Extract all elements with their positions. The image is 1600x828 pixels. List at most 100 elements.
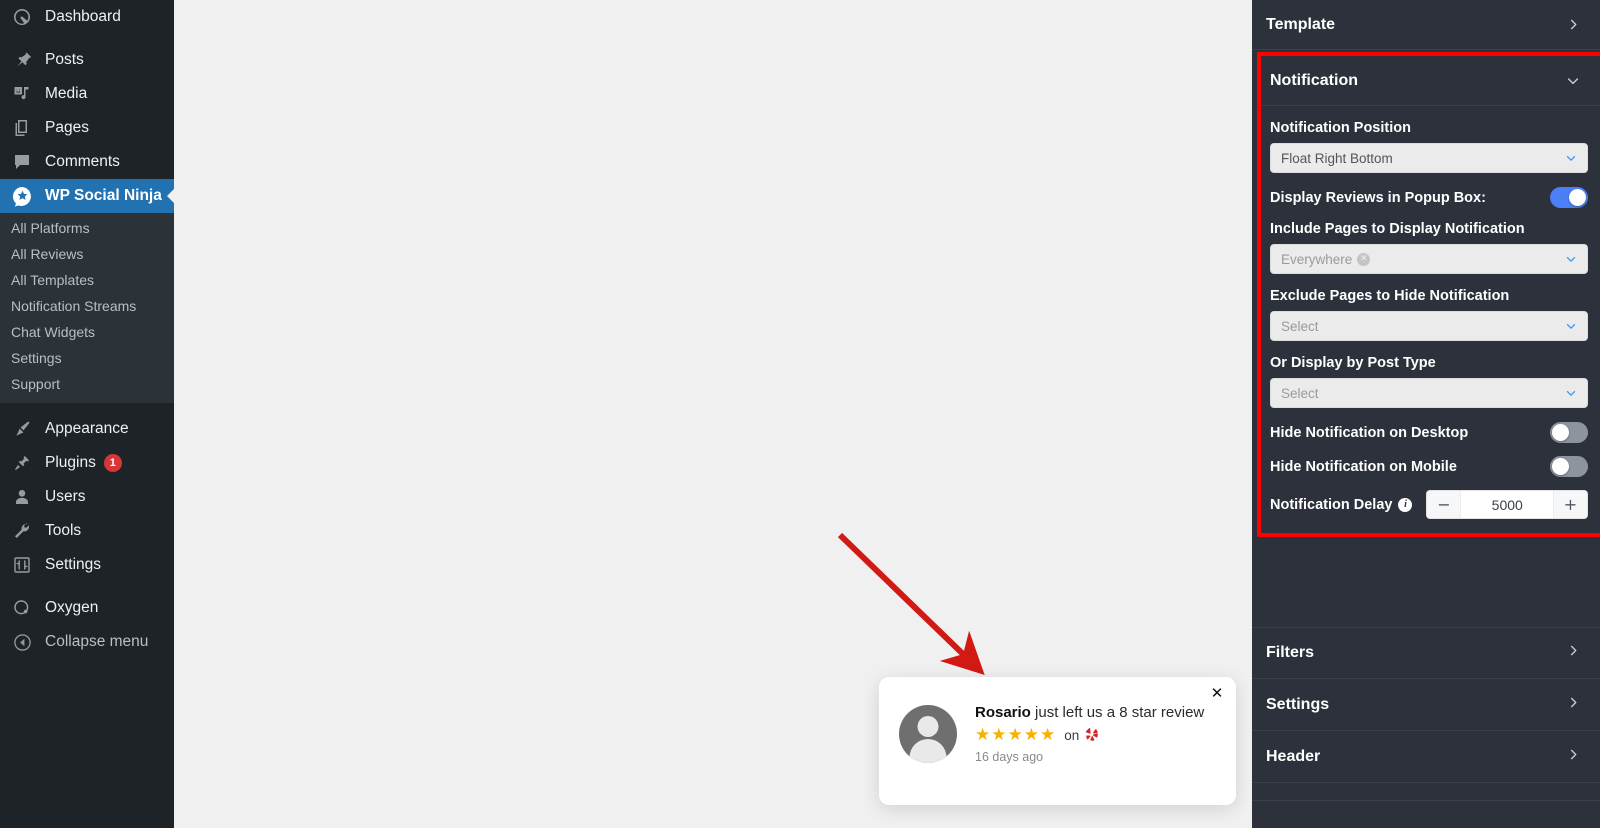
exclude-pages-placeholder: Select	[1281, 318, 1319, 334]
dashboard-icon	[11, 6, 33, 28]
sidebar-item-appearance[interactable]: Appearance	[0, 412, 174, 446]
sidebar-item-settings[interactable]: Settings	[0, 548, 174, 582]
sidebar-item-label: Pages	[45, 119, 89, 136]
submenu-item-all-platforms[interactable]: All Platforms	[0, 215, 174, 241]
plugins-update-badge: 1	[103, 454, 122, 472]
section-title: Template	[1266, 15, 1336, 33]
sidebar-divider	[0, 582, 174, 591]
sidebar-item-posts[interactable]: Posts	[0, 43, 174, 77]
section-settings[interactable]: Settings	[1252, 679, 1600, 731]
section-header[interactable]: Header	[1252, 731, 1600, 783]
review-notification-popup[interactable]: ✕ Rosario just left us a 8 star review ★…	[879, 677, 1236, 805]
hide-mobile-label: Hide Notification on Mobile	[1270, 458, 1457, 475]
sidebar-item-dashboard[interactable]: Dashboard	[0, 0, 174, 34]
chevron-right-icon	[1566, 695, 1581, 715]
sidebar-item-users[interactable]: Users	[0, 480, 174, 514]
wp-social-ninja-submenu: All Platforms All Reviews All Templates …	[0, 213, 174, 403]
close-icon[interactable]: ✕	[1208, 684, 1226, 702]
chevron-down-icon	[1565, 73, 1581, 89]
chevron-right-icon	[1566, 747, 1581, 767]
display-reviews-popup-toggle[interactable]	[1550, 187, 1588, 208]
notification-delay-stepper[interactable]: − 5000 +	[1426, 490, 1588, 519]
wp-admin-sidebar: Dashboard Posts Media Pages Comments WP …	[0, 0, 174, 828]
hide-mobile-row: Hide Notification on Mobile	[1270, 456, 1588, 477]
chevron-right-icon	[1566, 17, 1581, 32]
hide-desktop-label: Hide Notification on Desktop	[1270, 424, 1469, 441]
sidebar-item-label: Dashboard	[45, 8, 121, 25]
notification-fields: Notification Position Float Right Bottom…	[1261, 106, 1600, 533]
display-reviews-popup-row: Display Reviews in Popup Box:	[1270, 187, 1588, 208]
sidebar-item-label: Appearance	[45, 420, 129, 437]
settings-sections-after: Filters Settings Header	[1252, 627, 1600, 801]
comments-icon	[11, 151, 33, 173]
hide-desktop-toggle[interactable]	[1550, 422, 1588, 443]
sidebar-divider	[0, 403, 174, 412]
preview-canvas: ✕ Rosario just left us a 8 star review ★…	[174, 0, 1252, 828]
brush-icon	[11, 418, 33, 440]
submenu-item-settings[interactable]: Settings	[0, 345, 174, 371]
avatar	[899, 704, 957, 763]
info-icon[interactable]: i	[1398, 497, 1413, 512]
sidebar-item-pages[interactable]: Pages	[0, 111, 174, 145]
notification-settings-group: Notification Notification Position Float…	[1257, 52, 1600, 537]
sidebar-item-comments[interactable]: Comments	[0, 145, 174, 179]
exclude-pages-select[interactable]: Select	[1270, 311, 1588, 341]
notification-position-label: Notification Position	[1270, 120, 1411, 136]
toggle-knob	[1552, 458, 1569, 475]
sidebar-divider	[0, 34, 174, 43]
post-type-select[interactable]: Select	[1270, 378, 1588, 408]
exclude-pages-label: Exclude Pages to Hide Notification	[1270, 288, 1510, 304]
sidebar-item-collapse-menu[interactable]: Collapse menu	[0, 625, 174, 659]
post-type-placeholder: Select	[1281, 385, 1319, 401]
toggle-knob	[1552, 424, 1569, 441]
remove-tag-icon[interactable]: ✕	[1357, 252, 1371, 266]
avatar-head	[917, 715, 939, 737]
section-title: Header	[1266, 747, 1321, 765]
notification-position-value: Float Right Bottom	[1281, 150, 1393, 166]
ninja-star-icon	[11, 185, 33, 207]
user-icon	[11, 486, 33, 508]
submenu-item-chat-widgets[interactable]: Chat Widgets	[0, 319, 174, 345]
sidebar-item-media[interactable]: Media	[0, 77, 174, 111]
delay-value[interactable]: 5000	[1461, 491, 1553, 518]
submenu-item-all-templates[interactable]: All Templates	[0, 267, 174, 293]
sidebar-item-wp-social-ninja[interactable]: WP Social Ninja	[0, 179, 174, 213]
chevron-right-icon	[1566, 643, 1581, 663]
sidebar-item-label: Collapse menu	[45, 633, 149, 650]
include-pages-tag-label: Everywhere	[1281, 251, 1353, 267]
sidebar-item-label: Tools	[45, 522, 82, 539]
submenu-item-all-reviews[interactable]: All Reviews	[0, 241, 174, 267]
section-title: Settings	[1266, 695, 1330, 713]
media-icon	[11, 83, 33, 105]
hide-desktop-row: Hide Notification on Desktop	[1270, 422, 1588, 443]
sidebar-item-label: Posts	[45, 51, 84, 68]
section-partial-next[interactable]	[1252, 783, 1600, 801]
sidebar-item-label: Plugins	[45, 454, 96, 471]
sidebar-item-tools[interactable]: Tools	[0, 514, 174, 548]
include-pages-tag: Everywhere ✕	[1281, 251, 1371, 267]
section-notification[interactable]: Notification	[1261, 56, 1600, 106]
submenu-item-support[interactable]: Support	[0, 371, 174, 397]
sidebar-item-plugins[interactable]: Plugins 1	[0, 446, 174, 480]
section-filters[interactable]: Filters	[1252, 627, 1600, 679]
sidebar-item-oxygen[interactable]: Oxygen	[0, 591, 174, 625]
plug-icon	[11, 452, 33, 474]
avatar-body	[909, 738, 947, 763]
reviewer-name: Rosario	[975, 704, 1031, 721]
section-template[interactable]: Template	[1252, 0, 1600, 50]
include-pages-select[interactable]: Everywhere ✕	[1270, 244, 1588, 274]
oxygen-icon	[11, 597, 33, 619]
collapse-arrow-icon	[11, 631, 33, 653]
notification-text: Rosario just left us a 8 star review ★★★…	[975, 703, 1220, 764]
submenu-item-notification-streams[interactable]: Notification Streams	[0, 293, 174, 319]
app-root: Dashboard Posts Media Pages Comments WP …	[0, 0, 1600, 828]
hide-mobile-toggle[interactable]	[1550, 456, 1588, 477]
notification-position-select[interactable]: Float Right Bottom	[1270, 143, 1588, 173]
delay-increment-button[interactable]: +	[1553, 491, 1587, 518]
sidebar-item-label: Users	[45, 488, 86, 505]
delay-decrement-button[interactable]: −	[1427, 491, 1462, 518]
chevron-down-icon	[1564, 151, 1578, 165]
post-type-label: Or Display by Post Type	[1270, 355, 1436, 371]
section-title: Filters	[1266, 644, 1315, 661]
sidebar-item-label: WP Social Ninja	[45, 187, 162, 204]
